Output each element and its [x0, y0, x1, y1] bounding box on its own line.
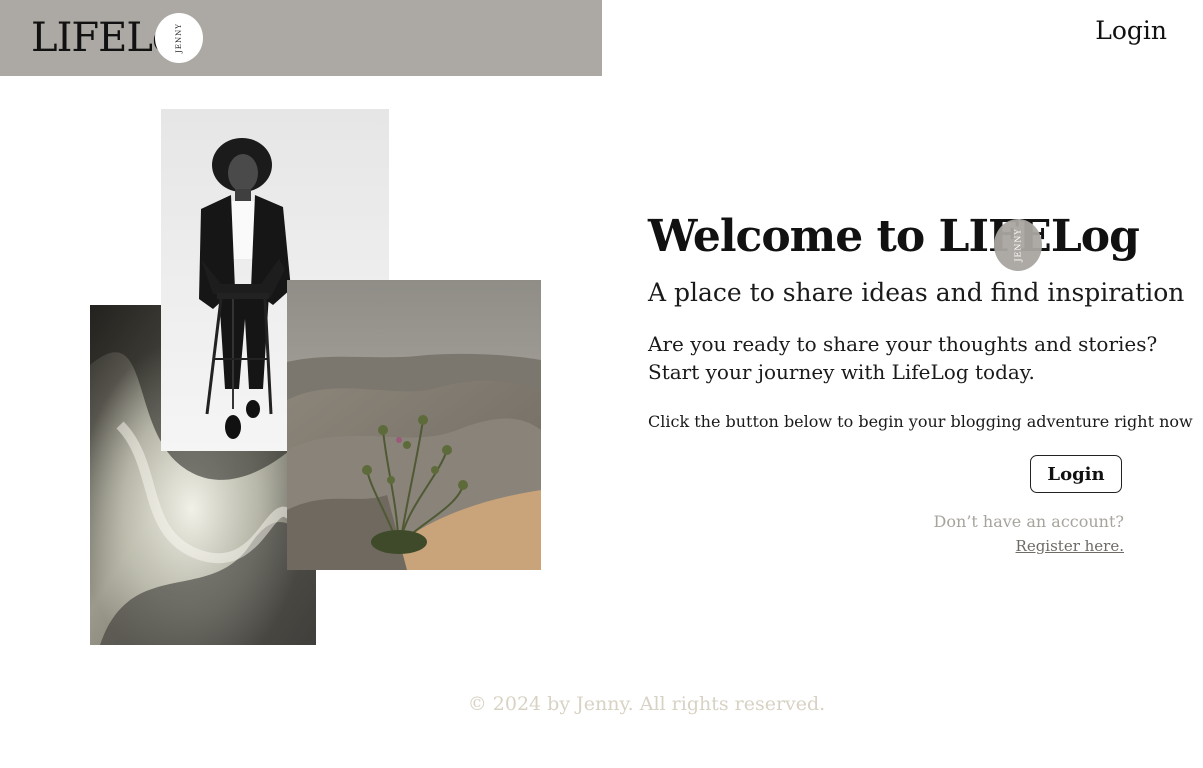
footer-copyright: © 2024 by Jenny. All rights reserved. [467, 693, 826, 715]
body-line-1: Are you ready to share your thoughts and… [648, 332, 1158, 356]
title-badge: JENNY [994, 219, 1042, 271]
register-link[interactable]: Register here. [1016, 537, 1124, 555]
hero-title: Welcome to LIFELog [648, 211, 1140, 262]
nav-login-link[interactable]: Login [1095, 16, 1167, 45]
title-badge-text: JENNY [1013, 228, 1023, 262]
hero-body-text: Are you ready to share your thoughts and… [648, 330, 1157, 386]
cta-text: Click the button below to begin your blo… [648, 412, 1193, 431]
login-button[interactable]: Login [1030, 455, 1122, 493]
body-line-2: Start your journey with LifeLog today. [648, 360, 1035, 384]
desert-plant-photo [287, 280, 541, 570]
header-bar: LIFELog JENNY [0, 0, 602, 76]
no-account-text: Don’t have an account? [933, 512, 1124, 531]
logo-badge-text: JENNY [175, 23, 183, 53]
logo-badge: JENNY [155, 13, 203, 63]
hero-subtitle: A place to share ideas and find inspirat… [648, 278, 1185, 307]
